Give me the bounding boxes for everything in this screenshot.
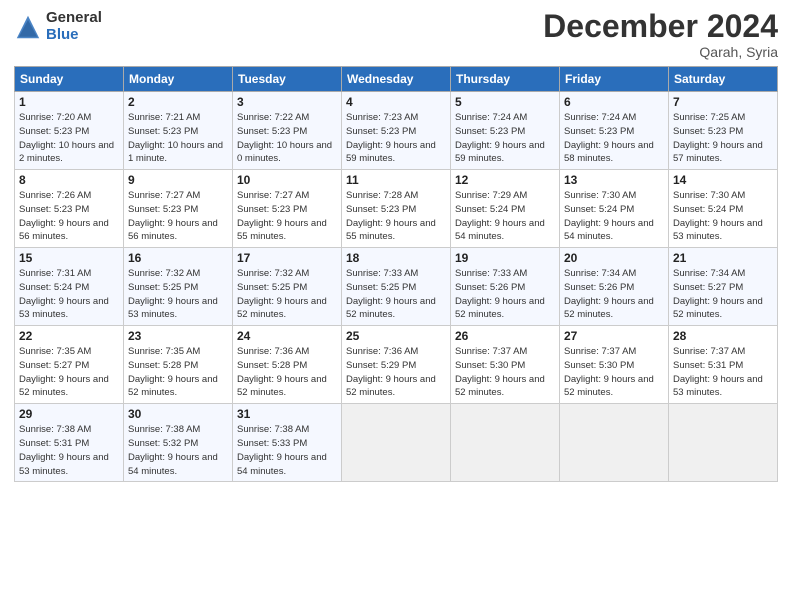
table-row: 5 Sunrise: 7:24 AMSunset: 5:23 PMDayligh… [451, 92, 560, 170]
location-subtitle: Qarah, Syria [543, 44, 778, 60]
table-row: 23 Sunrise: 7:35 AMSunset: 5:28 PMDaylig… [124, 326, 233, 404]
empty-cell [669, 404, 778, 482]
logo: General Blue [14, 10, 102, 43]
table-row: 28 Sunrise: 7:37 AMSunset: 5:31 PMDaylig… [669, 326, 778, 404]
table-row: 24 Sunrise: 7:36 AMSunset: 5:28 PMDaylig… [233, 326, 342, 404]
table-row: 14 Sunrise: 7:30 AMSunset: 5:24 PMDaylig… [669, 170, 778, 248]
table-row: 12 Sunrise: 7:29 AMSunset: 5:24 PMDaylig… [451, 170, 560, 248]
table-row: 17 Sunrise: 7:32 AMSunset: 5:25 PMDaylig… [233, 248, 342, 326]
header-row: Sunday Monday Tuesday Wednesday Thursday… [15, 67, 778, 92]
empty-cell [560, 404, 669, 482]
col-thursday: Thursday [451, 67, 560, 92]
month-title: December 2024 [543, 10, 778, 42]
header: General Blue December 2024 Qarah, Syria [14, 10, 778, 60]
table-row: 27 Sunrise: 7:37 AMSunset: 5:30 PMDaylig… [560, 326, 669, 404]
table-row: 6 Sunrise: 7:24 AMSunset: 5:23 PMDayligh… [560, 92, 669, 170]
table-row: 4 Sunrise: 7:23 AMSunset: 5:23 PMDayligh… [342, 92, 451, 170]
table-row: 13 Sunrise: 7:30 AMSunset: 5:24 PMDaylig… [560, 170, 669, 248]
table-row: 26 Sunrise: 7:37 AMSunset: 5:30 PMDaylig… [451, 326, 560, 404]
table-row: 18 Sunrise: 7:33 AMSunset: 5:25 PMDaylig… [342, 248, 451, 326]
col-wednesday: Wednesday [342, 67, 451, 92]
logo-icon [14, 13, 42, 41]
empty-cell [342, 404, 451, 482]
empty-cell [451, 404, 560, 482]
table-row: 1 Sunrise: 7:20 AMSunset: 5:23 PMDayligh… [15, 92, 124, 170]
week-row: 8 Sunrise: 7:26 AMSunset: 5:23 PMDayligh… [15, 170, 778, 248]
table-row: 15 Sunrise: 7:31 AMSunset: 5:24 PMDaylig… [15, 248, 124, 326]
table-row: 10 Sunrise: 7:27 AMSunset: 5:23 PMDaylig… [233, 170, 342, 248]
table-row: 3 Sunrise: 7:22 AMSunset: 5:23 PMDayligh… [233, 92, 342, 170]
table-row: 9 Sunrise: 7:27 AMSunset: 5:23 PMDayligh… [124, 170, 233, 248]
table-row: 7 Sunrise: 7:25 AMSunset: 5:23 PMDayligh… [669, 92, 778, 170]
col-sunday: Sunday [15, 67, 124, 92]
title-block: December 2024 Qarah, Syria [543, 10, 778, 60]
page: General Blue December 2024 Qarah, Syria … [0, 0, 792, 612]
table-row: 21 Sunrise: 7:34 AMSunset: 5:27 PMDaylig… [669, 248, 778, 326]
col-tuesday: Tuesday [233, 67, 342, 92]
table-row: 8 Sunrise: 7:26 AMSunset: 5:23 PMDayligh… [15, 170, 124, 248]
table-row: 16 Sunrise: 7:32 AMSunset: 5:25 PMDaylig… [124, 248, 233, 326]
col-monday: Monday [124, 67, 233, 92]
col-friday: Friday [560, 67, 669, 92]
logo-general: General [46, 10, 102, 27]
table-row: 25 Sunrise: 7:36 AMSunset: 5:29 PMDaylig… [342, 326, 451, 404]
table-row: 30 Sunrise: 7:38 AMSunset: 5:32 PMDaylig… [124, 404, 233, 482]
week-row: 22 Sunrise: 7:35 AMSunset: 5:27 PMDaylig… [15, 326, 778, 404]
calendar-table: Sunday Monday Tuesday Wednesday Thursday… [14, 66, 778, 482]
table-row: 22 Sunrise: 7:35 AMSunset: 5:27 PMDaylig… [15, 326, 124, 404]
table-row: 29 Sunrise: 7:38 AMSunset: 5:31 PMDaylig… [15, 404, 124, 482]
week-row: 29 Sunrise: 7:38 AMSunset: 5:31 PMDaylig… [15, 404, 778, 482]
table-row: 11 Sunrise: 7:28 AMSunset: 5:23 PMDaylig… [342, 170, 451, 248]
table-row: 20 Sunrise: 7:34 AMSunset: 5:26 PMDaylig… [560, 248, 669, 326]
table-row: 31 Sunrise: 7:38 AMSunset: 5:33 PMDaylig… [233, 404, 342, 482]
table-row: 2 Sunrise: 7:21 AMSunset: 5:23 PMDayligh… [124, 92, 233, 170]
table-row: 19 Sunrise: 7:33 AMSunset: 5:26 PMDaylig… [451, 248, 560, 326]
week-row: 15 Sunrise: 7:31 AMSunset: 5:24 PMDaylig… [15, 248, 778, 326]
week-row: 1 Sunrise: 7:20 AMSunset: 5:23 PMDayligh… [15, 92, 778, 170]
col-saturday: Saturday [669, 67, 778, 92]
logo-blue: Blue [46, 27, 102, 44]
